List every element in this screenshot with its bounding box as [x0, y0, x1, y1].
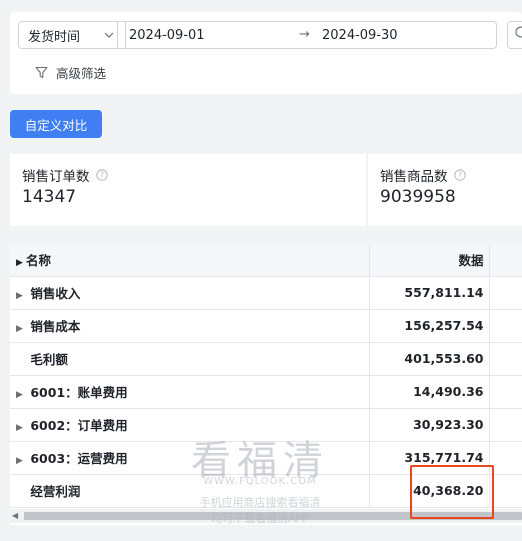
custom-compare-button[interactable]: 自定义对比	[10, 110, 102, 138]
table-header-row: ▶ 名称 数据	[10, 244, 522, 277]
metric-label: 销售订单数	[22, 169, 90, 185]
expand-icon[interactable]: ▶	[16, 390, 26, 400]
scroll-left-icon[interactable]: ◀	[12, 511, 18, 520]
column-header-value[interactable]: 数据	[369, 244, 490, 277]
table-row[interactable]: ▶ 销售收入 557,811.14	[10, 276, 522, 310]
date-type-select[interactable]: 发货时间	[18, 21, 126, 49]
highlight-box	[410, 465, 494, 519]
arrow-right-icon: →	[299, 27, 310, 42]
svg-text:?: ?	[100, 171, 104, 180]
row-name: 销售成本	[30, 319, 81, 334]
table-row[interactable]: ▶ 6001：账单费用 14,490.36	[10, 375, 522, 409]
date-range-picker[interactable]: 2024-09-01 → 2024-09-30	[117, 21, 497, 49]
row-name: 经营利润	[30, 484, 81, 499]
row-name: 6002：订单费用	[30, 418, 128, 433]
question-icon[interactable]: ?	[95, 169, 108, 181]
row-name: 销售收入	[30, 286, 81, 301]
row-name: 6003：运营费用	[30, 451, 128, 466]
metric-label: 销售商品数	[380, 169, 448, 185]
metric-card-items: 销售商品数 ? 9039958	[368, 154, 522, 226]
calendar-icon	[515, 26, 522, 38]
calendar-button[interactable]	[507, 21, 522, 49]
filter-icon	[35, 66, 48, 79]
metric-card-orders: 销售订单数 ? 14347	[10, 154, 366, 226]
expand-icon[interactable]: ▶	[16, 324, 26, 334]
table-row[interactable]: ▶ 6002：订单费用 30,923.30	[10, 408, 522, 442]
row-value: 401,553.60	[369, 342, 490, 376]
row-value: 14,490.36	[369, 375, 490, 409]
metric-value: 14347	[22, 187, 77, 207]
table-row: 毛利额 401,553.60	[10, 342, 522, 376]
row-name: 毛利额	[30, 352, 68, 367]
question-icon[interactable]: ?	[453, 169, 466, 181]
row-value: 557,811.14	[369, 276, 490, 310]
column-header-name[interactable]: ▶ 名称	[10, 244, 370, 277]
row-name: 6001：账单费用	[30, 385, 128, 400]
row-value: 156,257.54	[369, 309, 490, 343]
chevron-down-icon	[104, 32, 114, 38]
table-row[interactable]: ▶ 销售成本 156,257.54	[10, 309, 522, 343]
advanced-filter-label: 高级筛选	[56, 66, 107, 81]
metric-value: 9039958	[380, 187, 456, 207]
date-type-label: 发货时间	[28, 29, 81, 45]
advanced-filter-button[interactable]: 高级筛选	[35, 63, 106, 82]
column-header-extra	[489, 244, 522, 277]
date-end-input[interactable]: 2024-09-30	[322, 28, 398, 43]
expand-icon[interactable]: ▶	[16, 423, 26, 433]
expand-icon[interactable]: ▶	[16, 291, 26, 301]
caret-right-icon[interactable]: ▶	[16, 258, 26, 268]
row-value: 30,923.30	[369, 408, 490, 442]
expand-icon[interactable]: ▶	[16, 456, 26, 466]
date-start-input[interactable]: 2024-09-01	[129, 28, 205, 43]
filter-panel: 发货时间 2024-09-01 → 2024-09-30 高级筛选	[10, 12, 522, 94]
svg-text:?: ?	[458, 171, 462, 180]
